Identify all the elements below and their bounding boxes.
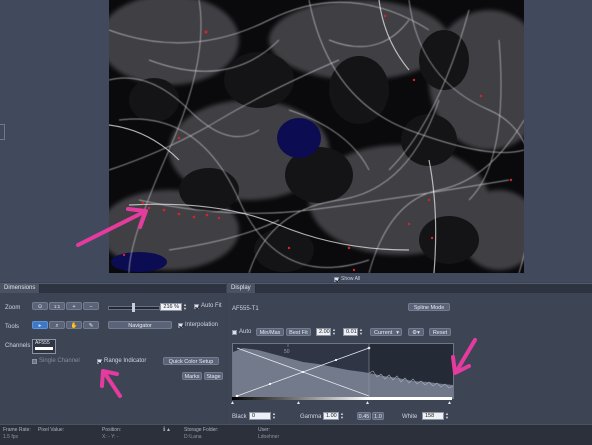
gamma-value-field[interactable]: 1.00 — [323, 412, 339, 420]
step-spinner[interactable]: ▲ ▼ — [359, 328, 364, 336]
splitter-handle[interactable] — [0, 124, 5, 140]
range-indicator-label: Range Indicator — [104, 358, 147, 364]
magnifier-tool-icon[interactable]: ⌕ — [49, 321, 65, 329]
range-indicator-checkbox[interactable] — [97, 358, 102, 364]
status-position: Position: X: - Y: - — [102, 427, 121, 441]
auto-toggle[interactable]: Auto — [232, 329, 251, 335]
position-label: Position: — [102, 427, 122, 433]
zoom-value-field[interactable]: 216 % — [160, 303, 182, 311]
storage-folder-label: Storage Folder: — [184, 427, 219, 433]
pixel-value-label: Pixel Value: — [38, 427, 65, 433]
chevron-down-icon: ▾ — [396, 330, 399, 336]
black-label: Black — [232, 414, 247, 420]
user-value: Ldoehner — [258, 434, 280, 440]
tab-display[interactable]: Display — [227, 284, 256, 293]
microscopy-image-canvas — [109, 0, 524, 273]
position-value: X: - Y: - — [102, 434, 119, 440]
gamma-spinner[interactable]: ▲ ▼ — [340, 412, 345, 420]
reset-button[interactable]: Reset — [429, 328, 451, 336]
single-channel-label: Single Channel — [39, 358, 80, 364]
best-fit-value-field[interactable]: 2.00 — [316, 328, 331, 336]
interpolation-toggle[interactable]: Interpolation — [178, 322, 218, 328]
zoom-label: Zoom — [5, 305, 21, 311]
zoom-out-icon[interactable]: − — [83, 302, 99, 310]
show-all-label: Show All — [341, 276, 361, 282]
channel-name: AF555 — [35, 340, 50, 346]
auto-label: Auto — [239, 329, 252, 335]
black-value-field[interactable]: 0 — [249, 412, 271, 420]
black-spinner[interactable]: ▲ ▼ — [272, 412, 277, 420]
status-pixel-value: Pixel Value: — [38, 427, 64, 434]
zoom-spinner[interactable]: ▲ ▼ — [183, 303, 188, 311]
navigator-button[interactable]: Navigator — [108, 321, 172, 329]
hand-pan-icon[interactable]: ✋ — [66, 321, 82, 329]
histogram-canvas: 50 — [233, 344, 453, 398]
spline-mode-button[interactable]: Spline Mode — [408, 303, 450, 311]
intensity-gradient-bar — [232, 397, 452, 400]
annotation-arrow-image — [76, 207, 148, 247]
tab-dimensions[interactable]: Dimensions — [0, 284, 41, 293]
annotation-arrow-range-indicator — [100, 369, 122, 398]
zoom-slider[interactable] — [108, 303, 160, 312]
channel-button-af555[interactable]: AF555 — [32, 339, 56, 354]
user-label: User: — [258, 427, 270, 433]
white-spinner[interactable]: ▲ ▼ — [445, 412, 450, 420]
current-dropdown-label: Current — [374, 330, 393, 336]
white-label: White — [402, 414, 418, 420]
gamma-label: Gamma — [300, 414, 322, 420]
best-fit-button[interactable]: Best Fit — [286, 328, 311, 336]
auto-fit-checkbox[interactable] — [194, 303, 199, 309]
zoom-button-group: ⊙ 1:1 + − — [32, 302, 99, 310]
white-value-field[interactable]: 158 — [422, 412, 444, 420]
show-all-toggle[interactable]: Show All — [334, 276, 360, 282]
gamma-preset-045-button[interactable]: 0.45 — [357, 412, 371, 420]
zoom-in-icon[interactable]: + — [66, 302, 82, 310]
quick-color-setup-button[interactable]: Quick Color Setup — [163, 357, 219, 365]
marks-button[interactable]: Marks — [182, 372, 202, 380]
settings-gear-icon[interactable]: ⚙▾ — [408, 328, 424, 336]
max-marker[interactable]: ▲ — [447, 400, 452, 406]
auto-fit-toggle[interactable]: Auto Fit — [194, 303, 222, 309]
channel-color-swatch — [35, 347, 53, 350]
eyedropper-icon[interactable]: ✎ — [83, 321, 99, 329]
auto-checkbox[interactable] — [232, 329, 237, 335]
stage-button[interactable]: Stage — [204, 372, 223, 380]
histogram-display[interactable]: 50 — [232, 343, 454, 399]
display-channel-title: AF555-T1 — [232, 306, 259, 312]
frame-rate-value: 1.5 fps — [3, 434, 19, 440]
single-channel-toggle[interactable]: Single Channel — [32, 358, 80, 364]
gamma-preset-10-button[interactable]: 1.0 — [372, 412, 384, 420]
channels-label: Channels — [5, 343, 31, 349]
best-fit-spinner[interactable]: ▲ ▼ — [332, 328, 337, 336]
white-marker[interactable]: ▲ — [365, 400, 370, 406]
zoom-slider-handle[interactable] — [132, 303, 135, 312]
range-indicator-toggle[interactable]: Range Indicator — [97, 358, 146, 364]
status-frame-rate: Frame Rate: 1.5 fps — [3, 427, 31, 441]
single-channel-checkbox[interactable] — [32, 358, 37, 364]
annotation-arrow-histogram — [451, 338, 477, 375]
tools-label: Tools — [5, 324, 20, 330]
microscopy-image[interactable] — [109, 0, 524, 273]
interpolation-checkbox[interactable] — [178, 322, 183, 328]
zoom-100-icon[interactable]: 1:1 — [49, 302, 65, 310]
status-storage-folder: Storage Folder: D:\Lana — [184, 427, 218, 441]
info-icon[interactable]: ℹ ▴ — [163, 427, 170, 434]
storage-folder-value: D:\Lana — [184, 434, 202, 440]
tools-button-group: ▸ ⌕ ✋ ✎ — [32, 321, 99, 329]
interpolation-label: Interpolation — [185, 322, 219, 328]
min-max-button[interactable]: Min/Max — [256, 328, 284, 336]
frame-rate-label: Frame Rate: — [3, 427, 31, 433]
status-user: User: Ldoehner — [258, 427, 279, 441]
step-value-field[interactable]: 0.01 — [343, 328, 358, 336]
fit-view-icon[interactable]: ⊙ — [32, 302, 48, 310]
current-dropdown[interactable]: Current ▾ — [370, 328, 402, 336]
histogram-tick-label: 50 — [284, 349, 290, 355]
status-bar: Frame Rate: 1.5 fps Pixel Value: Positio… — [0, 424, 592, 445]
auto-fit-label: Auto Fit — [201, 303, 222, 309]
gamma-marker[interactable]: ▲ — [296, 400, 301, 406]
pointer-icon[interactable]: ▸ — [32, 321, 48, 329]
show-all-checkbox[interactable] — [334, 276, 339, 282]
black-marker[interactable]: ▲ — [230, 400, 235, 406]
